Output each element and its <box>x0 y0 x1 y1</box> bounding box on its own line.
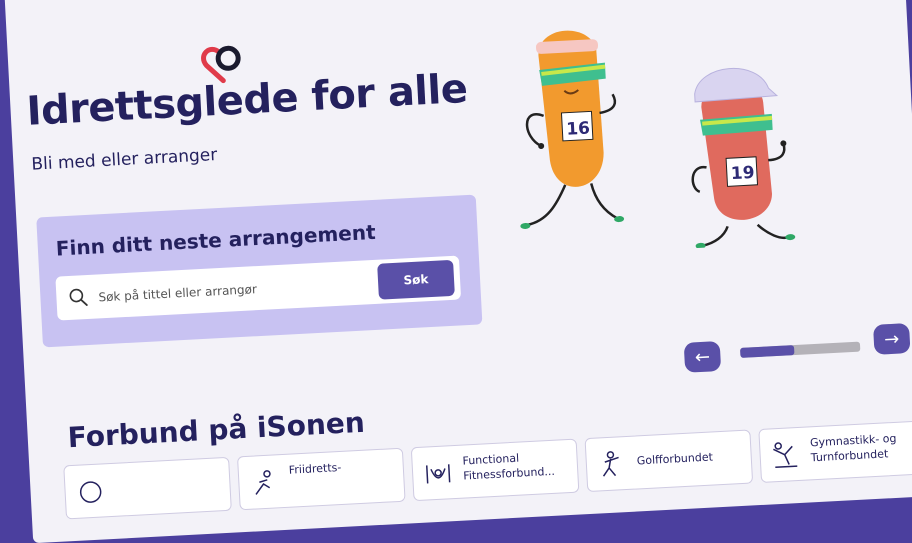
federation-card[interactable]: Friidretts- <box>237 447 406 511</box>
federation-label: Functional Fitnessforbund... <box>462 451 556 483</box>
hero-subtitle: Bli med eller arranger <box>30 145 218 175</box>
search-title: Finn ditt neste arrangement <box>55 219 377 261</box>
golf-icon <box>602 451 619 477</box>
sport-icon <box>79 481 102 503</box>
runner-19-figure: 19 <box>691 67 796 249</box>
runner-19-number: 19 <box>730 163 755 184</box>
federation-card[interactable]: Gymnastikk- og Turnforbundet <box>758 420 912 483</box>
carousel-prev-button[interactable]: ← <box>683 340 722 373</box>
athletics-icon <box>255 470 271 495</box>
gymnastics-icon <box>773 442 798 468</box>
fitness-icon <box>425 464 451 484</box>
carousel-next-button[interactable]: → <box>872 323 911 355</box>
search-button[interactable]: Søk <box>377 259 455 300</box>
federation-card[interactable]: Golfforbundet <box>584 429 754 493</box>
runners-illustration: 16 19 <box>520 30 796 249</box>
runner-16-figure: 16 <box>520 30 625 229</box>
carousel-progress <box>740 341 861 358</box>
landing-page: Idrettsglede for alle Bli med eller arra… <box>3 0 912 543</box>
search-icon <box>69 288 88 306</box>
search-box: Søk <box>55 255 462 321</box>
federation-label: Friidretts- <box>288 460 342 477</box>
carousel-controls: ← → <box>683 323 912 379</box>
runner-16-number: 16 <box>566 118 591 139</box>
federations-title: Forbund på iSonen <box>66 405 366 455</box>
search-input[interactable] <box>95 270 371 311</box>
federation-label: Gymnastikk- og Turnforbundet <box>809 431 897 465</box>
arrow-left-icon: ← <box>694 346 711 368</box>
arrow-right-icon: → <box>883 328 900 350</box>
search-card: Finn ditt neste arrangement Søk <box>36 194 483 348</box>
federation-card[interactable] <box>63 456 232 520</box>
carousel-progress-fill <box>740 345 795 358</box>
federation-card[interactable]: Functional Fitnessforbund... <box>410 438 580 502</box>
federation-label: Golfforbundet <box>636 450 714 468</box>
